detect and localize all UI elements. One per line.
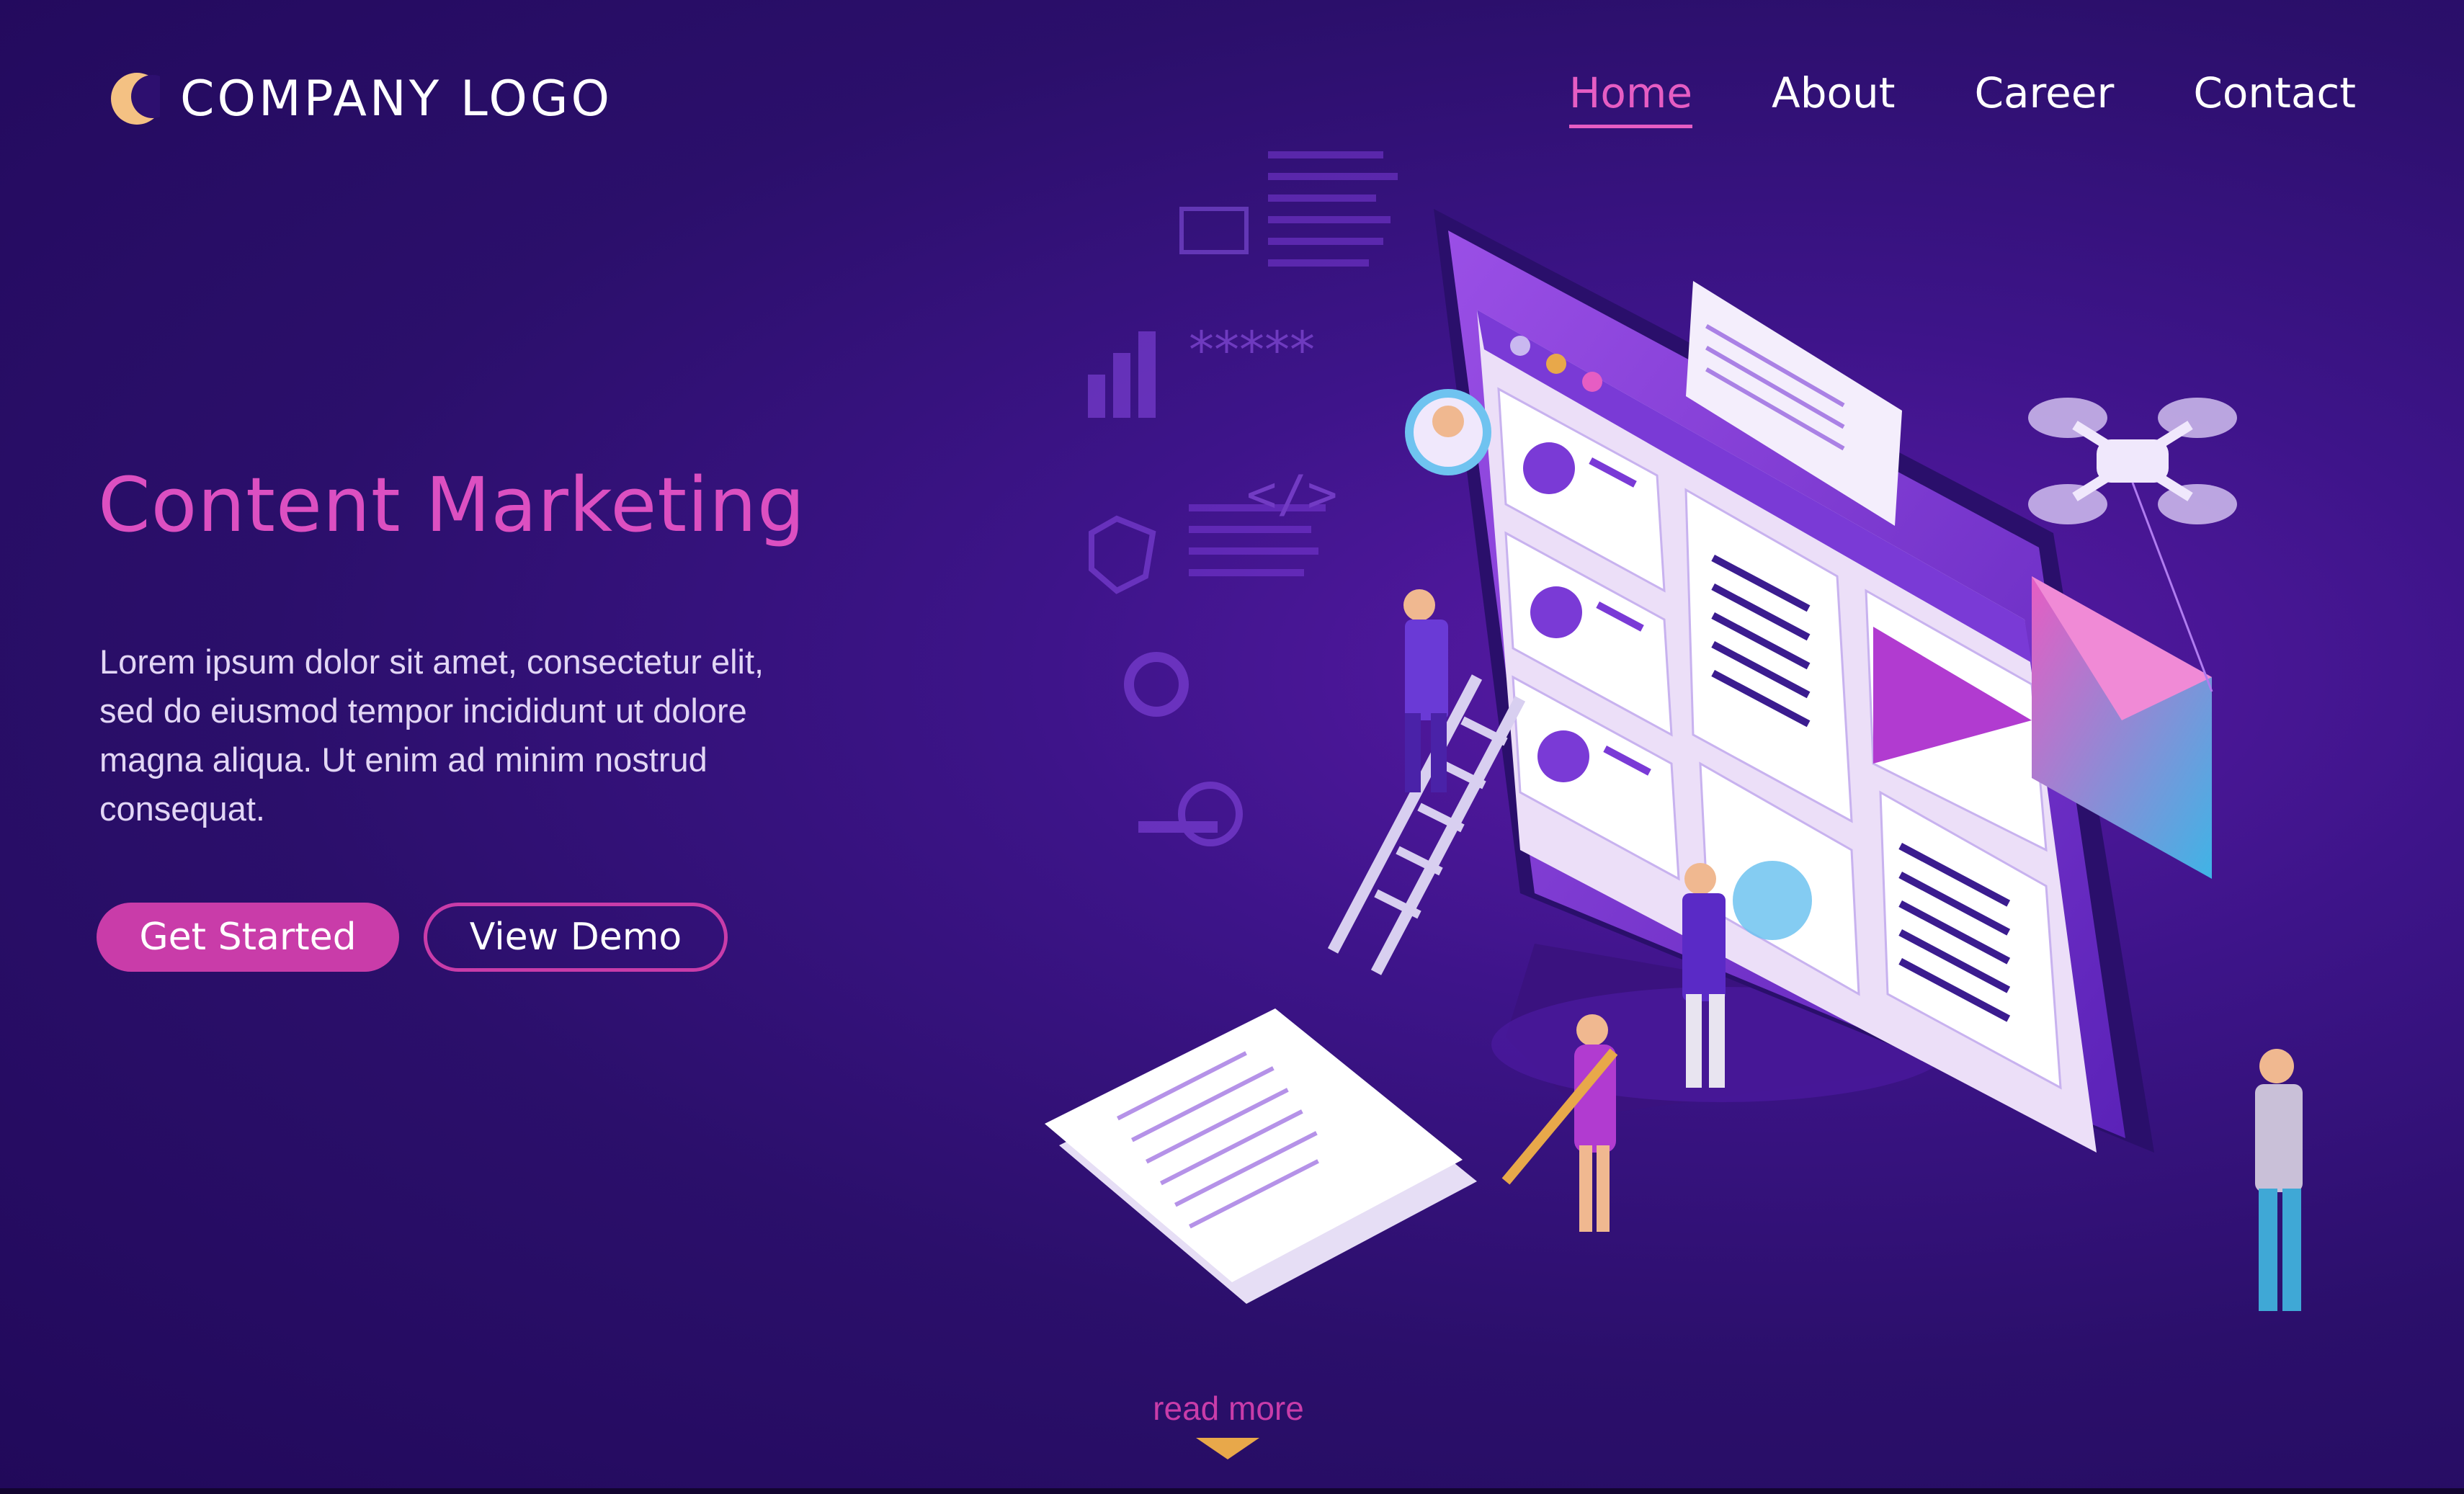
hero-illustration: ***** </>: [973, 130, 2414, 1369]
get-started-button[interactable]: Get Started: [97, 903, 399, 972]
nav-contact[interactable]: Contact: [2193, 68, 2356, 128]
person-with-controller: [2255, 1049, 2303, 1311]
person-on-ladder: [1403, 589, 1448, 792]
floating-stars: *****: [1189, 321, 1315, 380]
profile-avatar-bubble: [1405, 389, 1491, 475]
read-more-link[interactable]: read more: [1102, 1389, 1354, 1428]
top-navigation: Home About Career Contact: [1568, 68, 2356, 128]
chevron-down-icon[interactable]: [1196, 1438, 1259, 1459]
crescent-moon-icon: [108, 66, 174, 131]
floating-ui-icons: ***** </>: [1088, 151, 1398, 846]
code-glyph: </>: [1246, 465, 1337, 524]
logo-text: COMPANY LOGO: [180, 70, 613, 128]
hero-title: Content Marketing: [98, 461, 805, 549]
nav-about[interactable]: About: [1772, 68, 1895, 128]
nav-home[interactable]: Home: [1568, 68, 1693, 128]
paper-stack: [1045, 1008, 1477, 1304]
company-logo[interactable]: COMPANY LOGO: [108, 66, 612, 131]
hero-description: Lorem ipsum dolor sit amet, consectetur …: [99, 643, 764, 828]
view-demo-button[interactable]: View Demo: [424, 903, 728, 972]
bottom-band: [0, 1488, 2464, 1494]
nav-career[interactable]: Career: [1975, 68, 2115, 128]
